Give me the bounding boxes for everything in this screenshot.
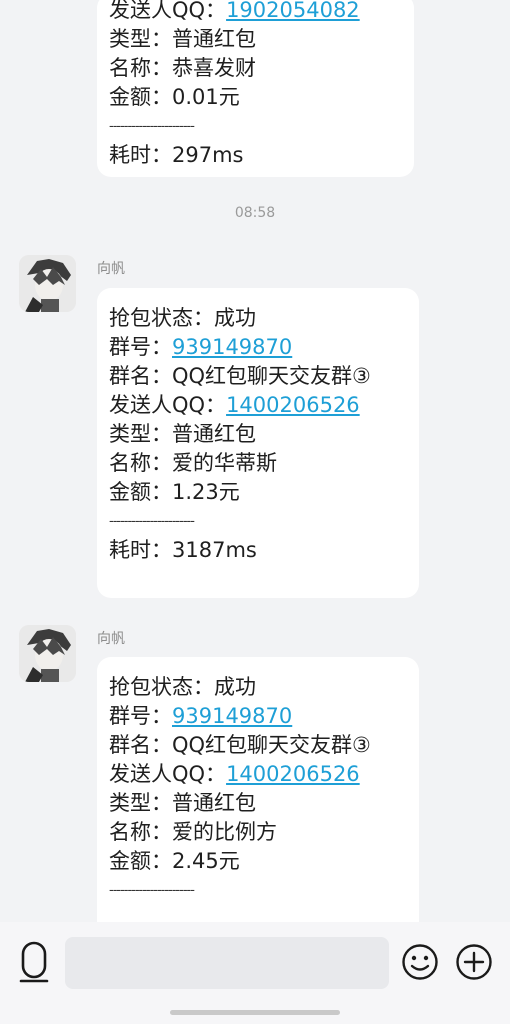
- type-line: 类型：普通红包: [109, 422, 256, 446]
- home-indicator[interactable]: [170, 1010, 340, 1015]
- sender-qq-line: 发送人QQ：1902054082: [109, 0, 360, 22]
- grab-status-line: 抢包状态：成功: [109, 675, 256, 699]
- group-id-link[interactable]: 939149870: [172, 704, 292, 728]
- message-input[interactable]: [65, 937, 389, 989]
- sender-name: 向帆: [97, 631, 125, 647]
- name-line: 名称：爱的比例方: [109, 820, 277, 844]
- voice-button[interactable]: [15, 940, 53, 984]
- group-name-line: 群名：QQ红包聊天交友群③: [109, 733, 371, 757]
- sender-qq-link[interactable]: 1902054082: [226, 0, 360, 22]
- group-id-line: 群号：939149870: [109, 335, 293, 359]
- sender-name: 向帆: [97, 261, 125, 277]
- group-id-link[interactable]: 939149870: [172, 335, 292, 359]
- sender-qq-link[interactable]: 1400206526: [226, 762, 360, 786]
- message-timestamp: 08:58: [234, 205, 276, 221]
- type-line: 类型：普通红包: [109, 791, 256, 815]
- amount-line: 金额：2.45元: [109, 849, 240, 873]
- elapsed-time-line: 耗时：297ms: [109, 143, 244, 167]
- avatar[interactable]: [19, 625, 76, 682]
- more-button[interactable]: [454, 942, 494, 982]
- separator-line: -----------------------: [109, 514, 195, 529]
- type-line: 类型：普通红包: [109, 27, 256, 51]
- avatar[interactable]: [19, 255, 76, 312]
- group-id-line: 群号：939149870: [109, 704, 293, 728]
- name-line: 名称：恭喜发财: [109, 56, 256, 80]
- amount-line: 金额：1.23元: [109, 480, 240, 504]
- message-bubble: 发送人QQ：1902054082 类型：普通红包 名称：恭喜发财 金额：0.01…: [97, 0, 414, 177]
- sender-qq-line: 发送人QQ：1400206526: [109, 393, 360, 417]
- emoji-button[interactable]: [400, 942, 440, 982]
- message-bubble: 抢包状态：成功 群号：939149870 群名：QQ红包聊天交友群③ 发送人QQ…: [97, 657, 419, 947]
- separator-line: -----------------------: [109, 883, 195, 898]
- sender-qq-line: 发送人QQ：1400206526: [109, 762, 360, 786]
- separator-line: -----------------------: [109, 119, 195, 134]
- amount-line: 金额：0.01元: [109, 85, 240, 109]
- grab-status-line: 抢包状态：成功: [109, 306, 256, 330]
- emoji-icon: [402, 944, 438, 980]
- plus-icon: [456, 944, 492, 980]
- message-bubble: 抢包状态：成功 群号：939149870 群名：QQ红包聊天交友群③ 发送人QQ…: [97, 288, 419, 598]
- elapsed-time-line: 耗时：3187ms: [109, 538, 257, 562]
- avatar-image: [19, 625, 76, 682]
- sender-qq-link[interactable]: 1400206526: [226, 393, 360, 417]
- avatar-image: [19, 255, 76, 312]
- voice-icon: [19, 941, 49, 983]
- group-name-line: 群名：QQ红包聊天交友群③: [109, 364, 371, 388]
- name-line: 名称：爱的华蒂斯: [109, 451, 277, 475]
